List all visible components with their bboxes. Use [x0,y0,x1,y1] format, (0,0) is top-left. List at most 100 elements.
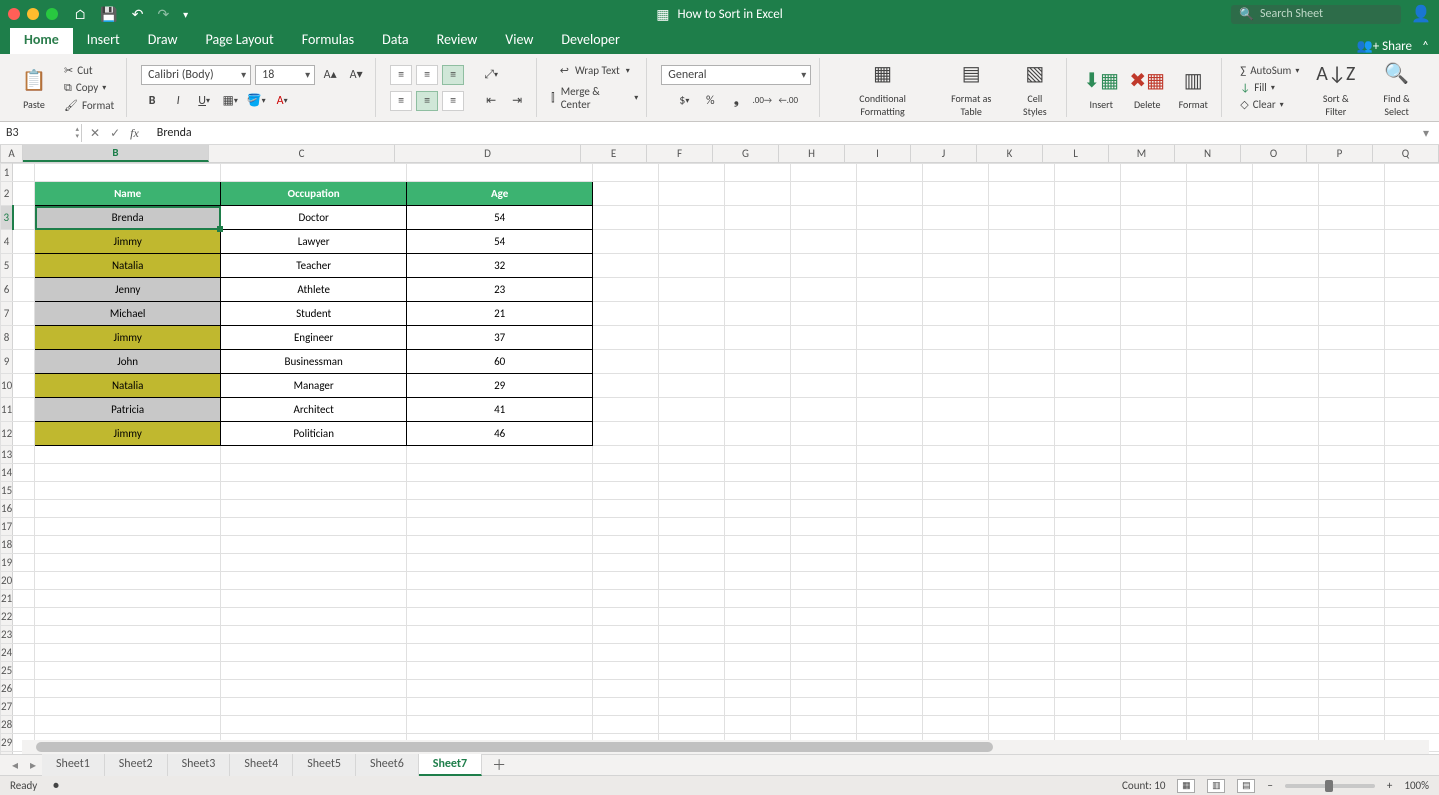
cell-A14[interactable] [13,464,35,482]
cell-N26[interactable] [1187,680,1253,698]
undo-icon[interactable]: ↶ [132,6,144,23]
cell-L27[interactable] [1055,698,1121,716]
cell-E10[interactable] [593,374,659,398]
cell-J16[interactable] [923,500,989,518]
cell-G1[interactable] [725,164,791,182]
cell-G21[interactable] [725,590,791,608]
cell-L21[interactable] [1055,590,1121,608]
cell-K27[interactable] [989,698,1055,716]
cell-O11[interactable] [1253,398,1319,422]
cell-F18[interactable] [659,536,725,554]
cell-Q21[interactable] [1385,590,1439,608]
cell-M15[interactable] [1121,482,1187,500]
cell-I24[interactable] [857,644,923,662]
cell-O28[interactable] [1253,716,1319,734]
increase-font-button[interactable]: A▴ [319,65,341,85]
col-header-D[interactable]: D [395,145,581,162]
cell-N15[interactable] [1187,482,1253,500]
cell-K19[interactable] [989,554,1055,572]
cell-B7[interactable]: Michael [35,302,221,326]
col-header-H[interactable]: H [779,145,845,162]
row-header-27[interactable]: 27 [1,698,13,716]
cell-A6[interactable] [13,278,35,302]
cell-N2[interactable] [1187,182,1253,206]
decrease-indent-button[interactable]: ⇤ [480,91,502,111]
cell-D12[interactable]: 46 [407,422,593,446]
cell-I22[interactable] [857,608,923,626]
cell-M17[interactable] [1121,518,1187,536]
cell-J15[interactable] [923,482,989,500]
cell-L13[interactable] [1055,446,1121,464]
cell-D26[interactable] [407,680,593,698]
cell-H10[interactable] [791,374,857,398]
add-sheet-button[interactable]: ＋ [482,753,516,777]
cell-H27[interactable] [791,698,857,716]
cell-F11[interactable] [659,398,725,422]
cell-E26[interactable] [593,680,659,698]
cell-A9[interactable] [13,350,35,374]
cell-B2[interactable]: Name [35,182,221,206]
cell-G25[interactable] [725,662,791,680]
cell-B6[interactable]: Jenny [35,278,221,302]
cell-K20[interactable] [989,572,1055,590]
align-top-button[interactable]: ≡ [390,65,412,85]
cell-Q18[interactable] [1385,536,1439,554]
cell-K26[interactable] [989,680,1055,698]
cell-D16[interactable] [407,500,593,518]
cell-P14[interactable] [1319,464,1385,482]
row-header-22[interactable]: 22 [1,608,13,626]
cell-D4[interactable]: 54 [407,230,593,254]
cell-O12[interactable] [1253,422,1319,446]
cell-Q6[interactable] [1385,278,1439,302]
cell-E15[interactable] [593,482,659,500]
cell-P25[interactable] [1319,662,1385,680]
search-sheet-input[interactable]: 🔍 Search Sheet [1231,5,1401,24]
cell-B23[interactable] [35,626,221,644]
cell-K17[interactable] [989,518,1055,536]
cell-O21[interactable] [1253,590,1319,608]
cell-E4[interactable] [593,230,659,254]
row-header-5[interactable]: 5 [1,254,13,278]
cell-F8[interactable] [659,326,725,350]
cell-C28[interactable] [221,716,407,734]
cell-C9[interactable]: Businessman [221,350,407,374]
cell-N18[interactable] [1187,536,1253,554]
cell-E9[interactable] [593,350,659,374]
cell-B27[interactable] [35,698,221,716]
cell-P23[interactable] [1319,626,1385,644]
cell-I7[interactable] [857,302,923,326]
cell-J17[interactable] [923,518,989,536]
horizontal-scrollbar[interactable] [22,740,1429,754]
paste-button[interactable]: 📋 Paste [14,64,54,111]
cell-J12[interactable] [923,422,989,446]
cell-P21[interactable] [1319,590,1385,608]
cell-P26[interactable] [1319,680,1385,698]
cell-I26[interactable] [857,680,923,698]
cell-H24[interactable] [791,644,857,662]
ribbon-tab-data[interactable]: Data [368,27,422,54]
row-header-4[interactable]: 4 [1,230,13,254]
cell-G24[interactable] [725,644,791,662]
cell-B18[interactable] [35,536,221,554]
col-header-F[interactable]: F [647,145,713,162]
cell-Q14[interactable] [1385,464,1439,482]
insert-cells-button[interactable]: ⬇▦Insert [1081,64,1121,111]
cell-I20[interactable] [857,572,923,590]
cell-Q13[interactable] [1385,446,1439,464]
autosum-button[interactable]: ∑AutoSum ▾ [1236,63,1303,78]
cell-O18[interactable] [1253,536,1319,554]
cell-P12[interactable] [1319,422,1385,446]
cell-E13[interactable] [593,446,659,464]
cell-G10[interactable] [725,374,791,398]
cell-B10[interactable]: Natalia [35,374,221,398]
page-break-view-button[interactable]: ▤ [1237,779,1255,793]
cell-B15[interactable] [35,482,221,500]
cell-E25[interactable] [593,662,659,680]
user-icon[interactable]: 👤 [1411,4,1431,24]
cell-M16[interactable] [1121,500,1187,518]
bold-button[interactable]: B [141,91,163,111]
cell-G26[interactable] [725,680,791,698]
decrease-font-button[interactable]: A▾ [345,65,367,85]
cell-K3[interactable] [989,206,1055,230]
normal-view-button[interactable]: ▦ [1177,779,1195,793]
